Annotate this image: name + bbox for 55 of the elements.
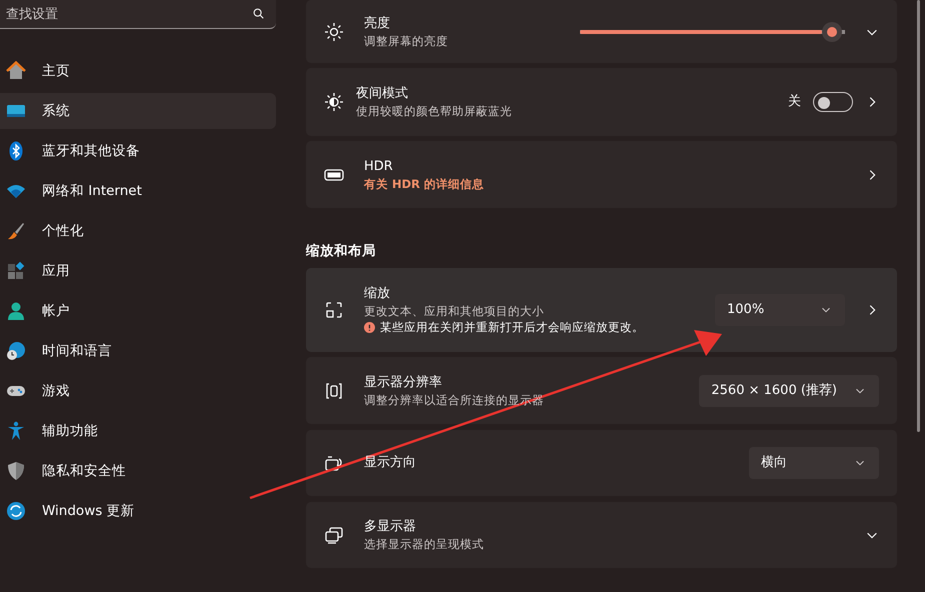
setting-title: 缩放 (364, 284, 391, 302)
night-sun-icon (324, 92, 344, 112)
sidebar-item[interactable]: 时间和语言 (0, 333, 276, 369)
setting-description: 使用较暖的颜色帮助屏蔽蓝光 (356, 103, 513, 119)
sidebar-item[interactable]: 主页 (0, 53, 276, 89)
person-icon (6, 301, 26, 321)
sidebar-item[interactable]: Windows 更新 (0, 493, 276, 529)
setting-card[interactable]: 亮度 调整屏幕的亮度 (306, 0, 897, 63)
sidebar-item[interactable]: 应用 (0, 253, 276, 289)
setting-title: 夜间模式 (356, 85, 409, 103)
sidebar-item[interactable]: 蓝牙和其他设备 (0, 133, 276, 169)
resolution-icon (324, 380, 344, 400)
setting-title: 亮度 (364, 14, 391, 32)
setting-title: 显示方向 (364, 454, 417, 472)
info-icon (364, 322, 375, 332)
setting-description: 更改文本、应用和其他项目的大小 (364, 302, 545, 318)
toggle-switch[interactable] (813, 92, 853, 112)
brush-icon (6, 221, 26, 241)
house-icon (6, 61, 26, 81)
setting-title: 显示器分辨率 (364, 374, 443, 392)
slider-thumb[interactable] (822, 22, 842, 42)
apps-icon (6, 261, 26, 281)
dropdown[interactable]: 2560 × 1600 (推荐) (699, 374, 879, 406)
setting-title: HDR (364, 158, 394, 176)
setting-card[interactable]: 夜间模式 使用较暖的颜色帮助屏蔽蓝光 关 (306, 68, 897, 136)
scrollbar[interactable] (917, 0, 920, 432)
shield-icon (6, 461, 26, 481)
sidebar-item[interactable]: 系统 (0, 93, 276, 129)
setting-title: 多显示器 (364, 518, 417, 536)
sidebar-item[interactable]: 帐户 (0, 293, 276, 329)
setting-card[interactable]: 多显示器 选择显示器的呈现模式 (306, 502, 897, 568)
accessibility-icon (6, 421, 26, 441)
search-field[interactable]: 查找设置 (0, 0, 276, 29)
setting-description: 调整屏幕的亮度 (364, 32, 449, 48)
scale-icon (324, 300, 344, 320)
refresh-icon (6, 501, 26, 521)
sidebar-item[interactable]: 个性化 (0, 213, 276, 249)
sidebar-item[interactable]: 隐私和安全性 (0, 453, 276, 489)
setting-card[interactable]: 显示方向 横向 (306, 430, 897, 496)
section-heading: 缩放和布局 (306, 242, 377, 260)
sidebar-item[interactable]: 游戏 (0, 373, 276, 409)
setting-card[interactable]: HDR 有关 HDR 的详细信息 (306, 141, 897, 208)
toggle-state-label: 关 (788, 93, 801, 112)
dropdown[interactable]: 横向 (749, 447, 879, 479)
search-icon (252, 7, 266, 21)
sidebar-item[interactable]: 网络和 Internet (0, 173, 276, 209)
details-link[interactable]: 有关 HDR 的详细信息 (364, 176, 845, 192)
globe-clock-icon (6, 341, 26, 361)
dropdown[interactable]: 100% (715, 294, 845, 326)
setting-card[interactable]: 缩放 更改文本、应用和其他项目的大小 某些应用在关闭并重新打开后才会响应缩放更改。 100% (306, 268, 897, 352)
warning-text: 某些应用在关闭并重新打开后才会响应缩放更改。 (380, 318, 644, 336)
sidebar-item[interactable]: 辅助功能 (0, 413, 276, 449)
monitors-icon (324, 525, 344, 545)
setting-description: 选择显示器的呈现模式 (364, 536, 485, 552)
sun-icon (324, 22, 344, 42)
